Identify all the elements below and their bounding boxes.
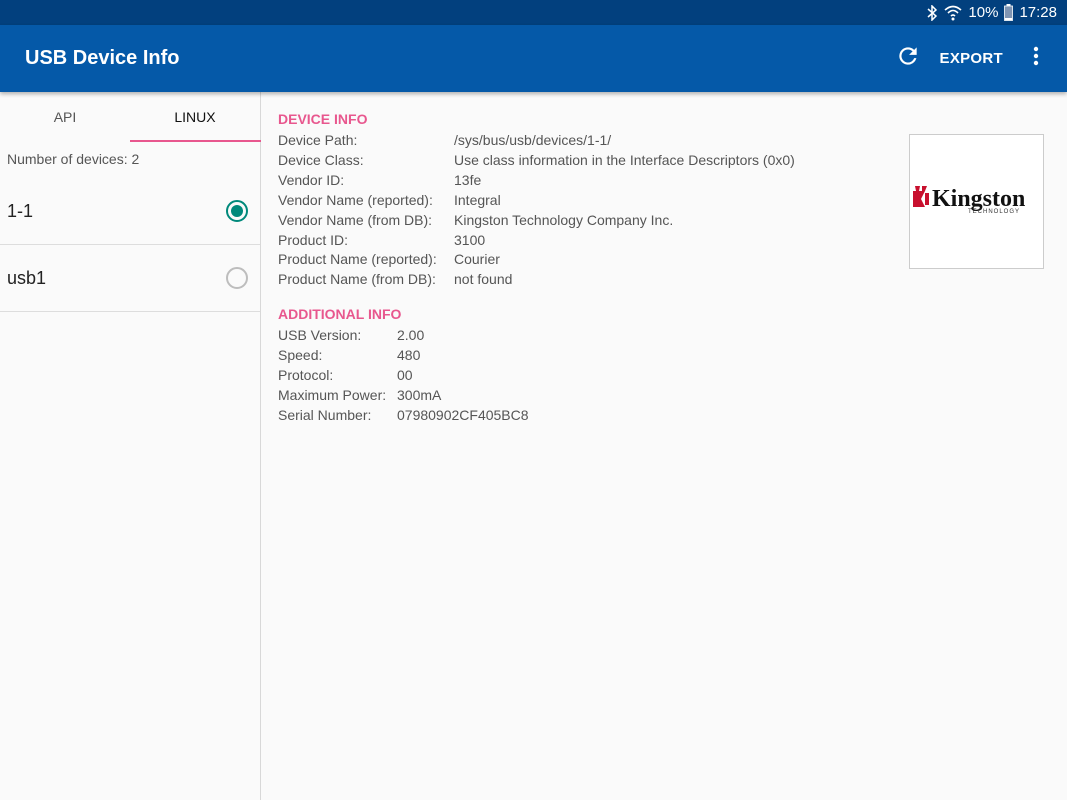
info-value: 2.00 <box>397 327 425 344</box>
info-value: 480 <box>397 347 421 364</box>
device-count: Number of devices: 2 <box>7 151 140 167</box>
device-row-1-1[interactable]: 1-1 <box>0 178 260 245</box>
info-key: Product Name (from DB): <box>278 271 436 288</box>
info-key: Maximum Power: <box>278 386 387 403</box>
info-value: Kingston Technology Company Inc. <box>454 211 674 228</box>
device-info-title: DEVICE INFO <box>278 111 368 127</box>
device-label: 1-1 <box>7 200 34 221</box>
info-row: USB Version: 2.00 <box>278 326 529 346</box>
export-button[interactable]: EXPORT <box>940 50 1003 67</box>
device-radio[interactable] <box>226 267 248 289</box>
battery-percent: 10% <box>968 4 999 21</box>
info-row: Vendor ID: 13fe <box>278 171 795 191</box>
info-key: Vendor Name (from DB): <box>278 211 433 228</box>
info-key: Protocol: <box>278 367 334 384</box>
info-value: 00 <box>397 367 413 384</box>
tab-bar: API LINUX <box>0 92 261 142</box>
info-value: 13fe <box>454 171 482 188</box>
more-vert-icon <box>1033 46 1039 71</box>
info-row: Product ID: 3100 <box>278 231 795 251</box>
info-key: Vendor Name (reported): <box>278 191 433 208</box>
app-actions: EXPORT <box>888 25 1067 92</box>
info-key: Vendor ID: <box>278 171 345 188</box>
info-value: 300mA <box>397 386 442 403</box>
info-key: Speed: <box>278 347 323 364</box>
info-value: Courier <box>454 251 500 268</box>
info-row: Product Name (from DB): not found <box>278 270 795 290</box>
info-value: Integral <box>454 191 501 208</box>
refresh-icon <box>895 43 921 74</box>
additional-info-table: USB Version: 2.00 Speed: 480 Protocol: 00 M… <box>278 326 529 426</box>
tab-linux[interactable]: LINUX <box>130 92 261 142</box>
info-row: Device Path: /sys/bus/usb/devices/1-1/ <box>278 131 795 151</box>
app-bar: USB Device Info EXPORT <box>0 25 1067 92</box>
app-title: USB Device Info <box>25 47 180 69</box>
info-row: Speed: 480 <box>278 346 529 366</box>
clock: 17:28 <box>1019 4 1057 21</box>
battery-icon <box>1004 4 1014 21</box>
wifi-icon <box>944 5 962 21</box>
info-value: not found <box>454 271 513 288</box>
info-key: Serial Number: <box>278 406 372 423</box>
logo-subtext: TECHNOLOGY <box>968 209 1020 215</box>
info-value: Use class information in the Interface D… <box>454 151 795 168</box>
info-row: Protocol: 00 <box>278 366 529 386</box>
device-radio-selected[interactable] <box>226 200 248 222</box>
additional-info-title: ADDITIONAL INFO <box>278 306 402 323</box>
status-bar: 10% 17:28 <box>0 0 1067 25</box>
device-list-pane: API LINUX Number of devices: 2 1-1 usb1 <box>0 92 261 800</box>
overflow-menu-button[interactable] <box>1021 39 1051 79</box>
refresh-button[interactable] <box>888 39 928 79</box>
info-row: Device Class: Use class information in th… <box>278 151 795 171</box>
device-info-table: Device Path: /sys/bus/usb/devices/1-1/ De… <box>278 131 795 290</box>
kingston-logo-icon: Kingston TECHNOLOGY <box>912 185 1025 215</box>
info-key: Product ID: <box>278 231 349 248</box>
info-row: Serial Number: 07980902CF405BC8 <box>278 406 529 426</box>
info-value: 07980902CF405BC8 <box>397 406 529 423</box>
info-value: 3100 <box>454 231 486 248</box>
info-key: Device Class: <box>278 151 364 168</box>
info-key: Product Name (reported): <box>278 251 437 268</box>
info-row: Vendor Name (from DB): Kingston Technolog… <box>278 211 795 231</box>
info-row: Product Name (reported): Courier <box>278 250 795 270</box>
bluetooth-icon <box>926 4 938 21</box>
info-value: /sys/bus/usb/devices/1-1/ <box>454 132 612 148</box>
device-row-usb1[interactable]: usb1 <box>0 245 260 312</box>
vendor-logo: Kingston TECHNOLOGY <box>909 134 1044 269</box>
info-key: Device Path: <box>278 132 358 148</box>
info-row: Maximum Power: 300mA <box>278 386 529 406</box>
info-row: Vendor Name (reported): Integral <box>278 191 795 211</box>
device-label: usb1 <box>7 267 47 288</box>
tab-api[interactable]: API <box>0 92 130 142</box>
info-key: USB Version: <box>278 327 362 344</box>
